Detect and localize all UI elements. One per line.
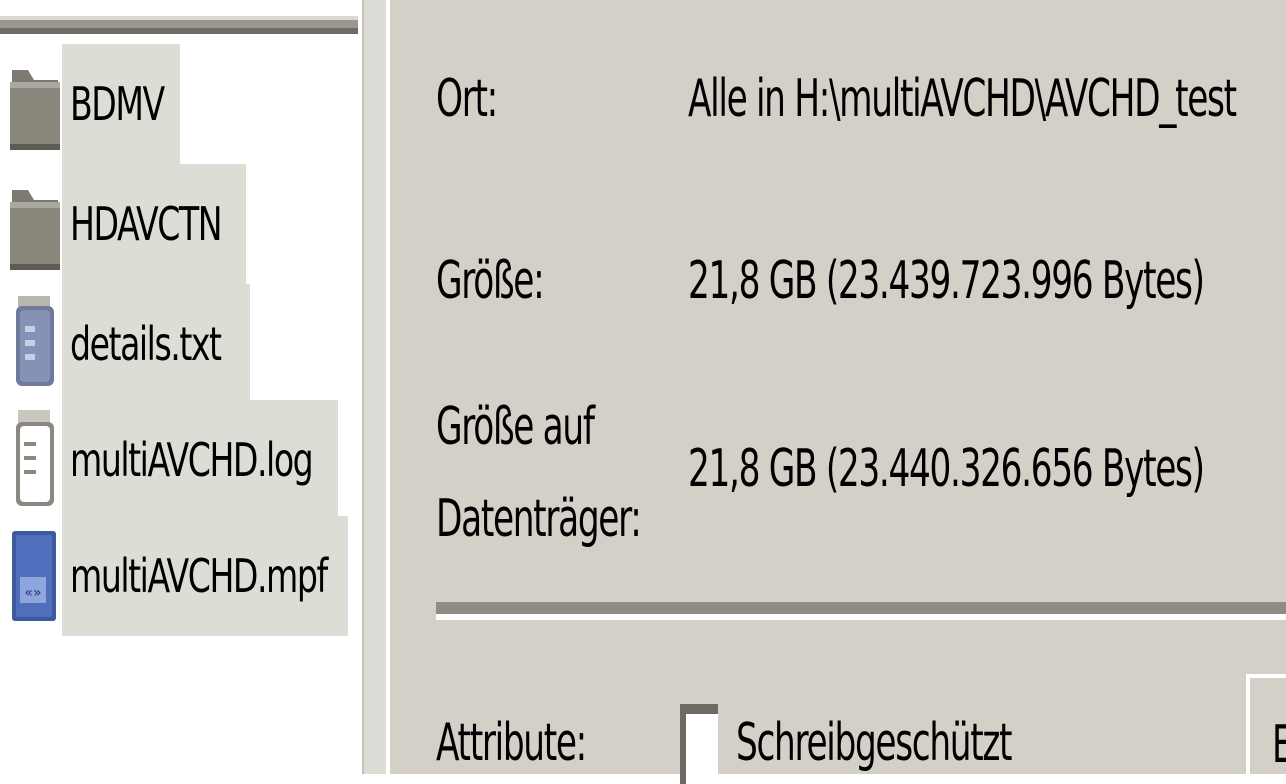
pane-splitter[interactable]	[362, 0, 390, 774]
size-value: 21,8 GB (23.439.723.996 Bytes)	[688, 251, 1205, 311]
project-file-icon: «»	[12, 531, 56, 621]
location-label: Ort:	[436, 69, 498, 129]
advanced-button[interactable]: E	[1246, 674, 1286, 784]
disk-size-label-line2: Datenträger:	[436, 489, 642, 549]
text-file-icon	[16, 296, 54, 386]
list-item-details-txt[interactable]: details.txt	[8, 284, 250, 404]
notepad-file-icon	[16, 410, 54, 506]
section-separator	[436, 602, 1286, 620]
properties-pane: Ort: Alle in H:\multiAVCHD\AVCHD_test Gr…	[390, 0, 1286, 784]
attributes-label: Attribute:	[436, 713, 587, 773]
svg-text:«»: «»	[24, 585, 41, 601]
file-name: HDAVCTN	[70, 197, 223, 251]
list-item-bdmv[interactable]: BDMV	[8, 44, 180, 164]
list-item-multiavchd-log[interactable]: multiAVCHD.log	[8, 400, 338, 520]
location-value: Alle in H:\multiAVCHD\AVCHD_test	[688, 69, 1237, 129]
file-name: multiAVCHD.log	[70, 433, 314, 487]
list-header-border	[0, 16, 358, 34]
disk-size-label-line1: Größe auf	[436, 397, 595, 457]
advanced-button-label: E	[1272, 716, 1286, 774]
file-name: BDMV	[70, 77, 165, 131]
folder-icon	[10, 190, 60, 270]
file-name: multiAVCHD.mpf	[70, 549, 328, 603]
size-label: Größe:	[436, 251, 545, 311]
disk-size-value: 21,8 GB (23.440.326.656 Bytes)	[688, 439, 1205, 499]
folder-icon	[10, 70, 60, 150]
list-item-hdavctn[interactable]: HDAVCTN	[8, 164, 248, 284]
list-item-multiavchd-mpf[interactable]: «» multiAVCHD.mpf	[8, 516, 348, 636]
file-list-pane: BDMV HDAVCTN details.txt multiAVCHD.log …	[0, 0, 362, 774]
readonly-checkbox-label[interactable]: Schreibgeschützt	[736, 714, 1012, 772]
readonly-checkbox[interactable]	[680, 704, 718, 784]
file-name: details.txt	[70, 317, 222, 371]
